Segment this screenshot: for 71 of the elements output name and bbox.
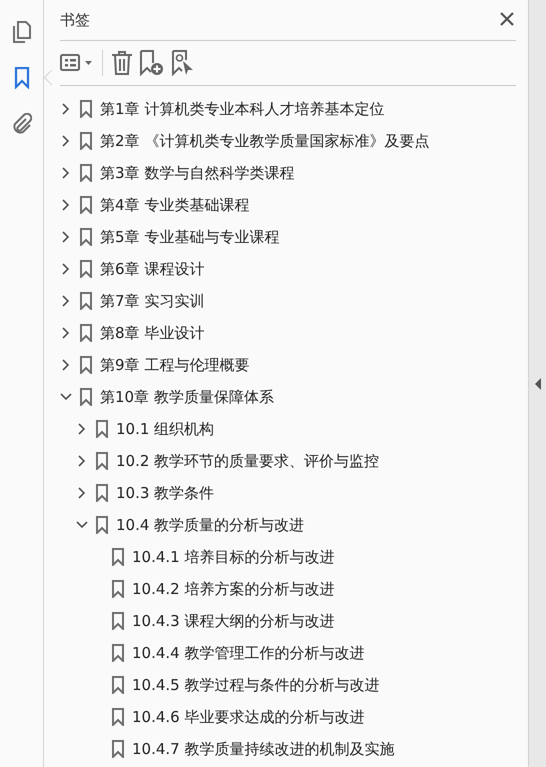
bookmark-icon	[80, 100, 92, 118]
bookmark-label[interactable]: 10.4.7 教学质量持续改进的机制及实施	[132, 740, 394, 758]
bookmark-label[interactable]: 10.4.4 教学管理工作的分析与改进	[132, 644, 364, 662]
bookmark-icon	[112, 676, 124, 694]
chevron-right-icon	[62, 199, 70, 211]
chevron-down-icon	[60, 393, 72, 401]
close-button[interactable]	[500, 12, 516, 28]
bookmark-icon	[112, 740, 124, 758]
bookmark-icon	[80, 164, 92, 182]
bookmark-icon	[80, 356, 92, 374]
bookmark-label[interactable]: 10.4.2 培养方案的分析与改进	[132, 580, 334, 598]
bookmark-label[interactable]: 10.4.6 毕业要求达成的分析与改进	[132, 708, 364, 726]
bookmark-icon	[112, 612, 124, 630]
bookmark-label[interactable]: 10.4.1 培养目标的分析与改进	[132, 548, 334, 566]
bookmark-icon	[96, 516, 108, 534]
bookmark-icon	[80, 324, 92, 342]
chevron-right-icon	[78, 455, 86, 467]
chevron-right-icon	[62, 327, 70, 339]
bookmark-label[interactable]: 第8章 毕业设计	[100, 324, 204, 342]
bookmark-label[interactable]: 10.1 组织机构	[116, 420, 214, 438]
bookmark-from-selection-button[interactable]	[171, 50, 195, 76]
bookmark-icon	[80, 260, 92, 278]
bookmark-label[interactable]: 第7章 实习实训	[100, 292, 204, 310]
chevron-down-icon	[76, 521, 88, 529]
new-bookmark-button[interactable]	[139, 50, 165, 76]
bookmark-icon	[96, 420, 108, 438]
bookmark-icon	[96, 484, 108, 502]
chevron-right-icon	[62, 103, 70, 115]
chevron-right-icon	[62, 263, 70, 275]
bookmark-add-icon	[139, 50, 165, 76]
bookmark-label[interactable]: 10.4 教学质量的分析与改进	[116, 516, 304, 534]
bookmark-label[interactable]: 第4章 专业类基础课程	[100, 196, 250, 214]
bookmark-icon	[80, 132, 92, 150]
bookmark-label[interactable]: 10.2 教学环节的质量要求、评价与监控	[116, 452, 380, 470]
bookmark-icon	[14, 67, 30, 89]
bookmark-icon	[96, 452, 108, 470]
bookmark-label[interactable]: 第3章 数学与自然科学类课程	[100, 164, 294, 182]
bookmark-icon	[112, 708, 124, 726]
bookmark-label[interactable]: 10.4.5 教学过程与条件的分析与改进	[132, 676, 380, 694]
triangle-left-icon	[534, 378, 540, 390]
bookmark-icon	[112, 548, 124, 566]
chevron-right-icon	[62, 167, 70, 179]
trash-icon	[111, 51, 133, 75]
bookmark-label[interactable]: 第5章 专业基础与专业课程	[100, 228, 280, 246]
bookmark-label[interactable]: 10.3 教学条件	[116, 484, 214, 502]
bookmark-label[interactable]: 第6章 课程设计	[100, 260, 204, 278]
collapse-button[interactable]	[534, 378, 540, 390]
list-options-icon	[60, 53, 94, 73]
bookmark-label[interactable]: 第1章 计算机类专业本科人才培养基本定位	[100, 100, 384, 118]
delete-button[interactable]	[111, 50, 133, 76]
bookmark-label[interactable]: 10.4.3 课程大纲的分析与改进	[132, 612, 334, 630]
bookmark-icon	[80, 292, 92, 310]
bookmark-label[interactable]: 第10章 教学质量保障体系	[100, 388, 274, 406]
bookmark-label[interactable]: 第2章 《计算机类专业教学质量国家标准》及要点	[100, 132, 430, 150]
chevron-right-icon	[62, 295, 70, 307]
panel-title: 书签	[60, 10, 90, 30]
chevron-right-icon	[62, 135, 70, 147]
close-icon	[500, 12, 514, 26]
bookmark-cursor-icon	[171, 50, 195, 76]
bookmark-icon	[80, 388, 92, 406]
bookmark-icon	[80, 228, 92, 246]
chevron-right-icon	[62, 231, 70, 243]
pages-icon	[12, 21, 32, 43]
bookmark-label[interactable]: 第9章 工程与伦理概要	[100, 356, 250, 374]
chevron-right-icon	[78, 487, 86, 499]
bookmark-icon	[112, 644, 124, 662]
bookmark-icon	[80, 196, 92, 214]
chevron-right-icon	[78, 423, 86, 435]
bookmark-icon	[112, 580, 124, 598]
chevron-right-icon	[62, 359, 70, 371]
paperclip-icon	[12, 113, 32, 135]
